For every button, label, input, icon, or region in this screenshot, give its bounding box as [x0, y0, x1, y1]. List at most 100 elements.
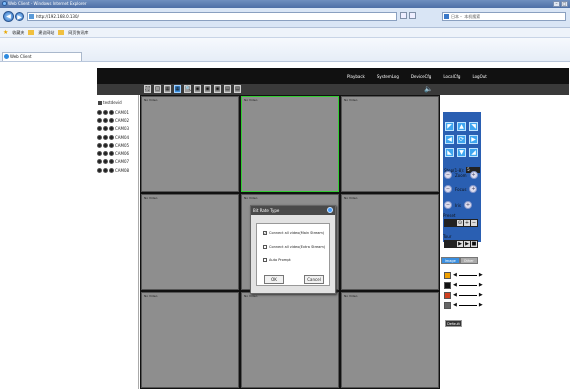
record-icon[interactable] — [97, 142, 102, 148]
option-auto-prompt[interactable]: Auto Prompt — [263, 258, 291, 262]
camera-icon[interactable] — [103, 142, 108, 148]
slider-decrease-icon[interactable]: ◀ — [453, 302, 457, 308]
tab-other[interactable]: Other — [459, 257, 478, 264]
preset-goto-icon[interactable]: ⊙ — [457, 220, 463, 226]
tour-stop-icon[interactable]: ■ — [471, 241, 477, 247]
camera-icon[interactable] — [103, 117, 108, 123]
favorites-star-icon[interactable]: ★ — [3, 29, 8, 36]
preset-add-icon[interactable]: + — [464, 220, 470, 226]
record-icon[interactable] — [97, 159, 102, 165]
option-extra-stream[interactable]: Connect all video(Extra Stream) — [263, 245, 325, 249]
play-icon[interactable] — [109, 109, 114, 115]
tour-play-icon[interactable]: ▶ — [457, 241, 463, 247]
record-icon[interactable] — [97, 151, 102, 157]
channel-item[interactable]: CAM04 — [97, 133, 129, 141]
slider-increase-icon[interactable]: ▶ — [479, 282, 483, 288]
layout-button[interactable]: ▦ — [174, 85, 181, 93]
ptz-up-left-button[interactable]: ◤ — [445, 122, 454, 131]
nav-systemlog[interactable]: SystemLog — [371, 74, 405, 79]
record-icon[interactable] — [97, 134, 102, 140]
cancel-button[interactable]: Cancel — [304, 275, 324, 284]
channel-item[interactable]: CAM06 — [97, 149, 129, 157]
zoom-out-button[interactable]: − — [444, 171, 452, 179]
tab-web-client[interactable]: Web Client — [2, 52, 82, 61]
ptz-auto-button[interactable]: ⟳ — [457, 135, 466, 144]
tour-start-icon[interactable]: ▶ — [464, 241, 470, 247]
camera-icon[interactable] — [103, 134, 108, 140]
video-tile[interactable]: No Video — [341, 96, 439, 192]
ptz-down-left-button[interactable]: ◣ — [445, 148, 454, 157]
layout-button[interactable]: ▤ — [224, 85, 231, 93]
nav-logout[interactable]: LogOut — [466, 74, 492, 79]
video-tile[interactable]: No Video — [241, 292, 339, 388]
play-icon[interactable] — [109, 167, 114, 173]
record-icon[interactable] — [97, 117, 102, 123]
layout-button[interactable]: ▤ — [234, 85, 241, 93]
ok-button[interactable]: OK — [264, 275, 284, 284]
record-icon[interactable] — [97, 109, 102, 115]
camera-icon[interactable] — [103, 126, 108, 132]
speaker-icon[interactable]: 🔈 — [424, 85, 433, 93]
default-button[interactable]: Default — [445, 320, 462, 327]
slider-increase-icon[interactable]: ▶ — [479, 292, 483, 298]
iris-close-button[interactable]: − — [444, 201, 452, 209]
favorites-label[interactable]: 收藏夹 — [12, 30, 24, 36]
play-icon[interactable] — [109, 126, 114, 132]
device-node[interactable]: testdevid — [98, 100, 122, 105]
zoom-in-button[interactable]: + — [469, 171, 478, 179]
camera-icon[interactable] — [103, 109, 108, 115]
layout-button[interactable]: ⛶ — [144, 85, 151, 93]
forward-button[interactable]: ▶ — [15, 12, 24, 21]
play-icon[interactable] — [109, 142, 114, 148]
channel-item[interactable]: CAM07 — [97, 158, 129, 166]
channel-item[interactable]: CAM08 — [97, 166, 129, 174]
channel-item[interactable]: CAM02 — [97, 116, 129, 124]
iris-open-button[interactable]: + — [464, 201, 473, 209]
play-icon[interactable] — [109, 151, 114, 157]
ptz-up-right-button[interactable]: ◥ — [469, 122, 478, 131]
dialog-close-icon[interactable] — [327, 207, 333, 213]
video-tile[interactable]: No Video — [141, 292, 239, 388]
maximize-icon[interactable]: □ — [561, 1, 568, 7]
nav-devicecfg[interactable]: DeviceCfg — [405, 74, 437, 79]
layout-button[interactable]: □ — [154, 85, 161, 93]
slider-increase-icon[interactable]: ▶ — [479, 302, 483, 308]
slider-track[interactable] — [458, 294, 477, 296]
camera-icon[interactable] — [103, 151, 108, 157]
camera-icon[interactable] — [103, 167, 108, 173]
channel-item[interactable]: CAM03 — [97, 125, 129, 133]
video-tile[interactable]: No Video — [241, 96, 339, 192]
slider-track[interactable] — [458, 304, 477, 306]
back-button[interactable]: ◀ — [3, 11, 14, 22]
tab-image[interactable]: Image — [441, 257, 460, 264]
focus-near-button[interactable]: − — [444, 185, 452, 193]
ptz-down-right-button[interactable]: ◢ — [469, 148, 478, 157]
channel-item[interactable]: CAM05 — [97, 141, 129, 149]
layout-button[interactable]: ▣ — [204, 85, 211, 93]
layout-button[interactable]: ▣ — [214, 85, 221, 93]
ptz-left-button[interactable]: ◀ — [445, 135, 454, 144]
ptz-up-button[interactable]: ▲ — [457, 122, 466, 131]
checkbox-extra-stream[interactable] — [263, 245, 267, 249]
video-tile[interactable]: No Video — [141, 96, 239, 192]
address-input[interactable]: http://192.168.0.130/ — [27, 12, 397, 21]
refresh-icon[interactable] — [400, 12, 407, 19]
channel-item[interactable]: CAM01 — [97, 108, 129, 116]
stop-icon[interactable] — [409, 12, 416, 19]
minimize-icon[interactable]: – — [553, 1, 560, 7]
slider-track[interactable] — [458, 284, 477, 286]
slider-increase-icon[interactable]: ▶ — [479, 272, 483, 278]
search-input[interactable]: 日本・ 本机搜索 — [442, 12, 566, 21]
slider-track[interactable] — [458, 274, 477, 276]
ptz-right-button[interactable]: ▶ — [469, 135, 478, 144]
slider-decrease-icon[interactable]: ◀ — [453, 272, 457, 278]
ptz-down-button[interactable]: ▼ — [457, 148, 466, 157]
web-slice-link[interactable]: 网页快讯库 — [68, 30, 88, 36]
preset-remove-icon[interactable]: − — [471, 220, 477, 226]
layout-button[interactable]: ▣ — [194, 85, 201, 93]
camera-icon[interactable] — [103, 159, 108, 165]
record-icon[interactable] — [97, 167, 102, 173]
focus-far-button[interactable]: + — [469, 185, 478, 193]
nav-localcfg[interactable]: LocalCfg — [437, 74, 466, 79]
play-icon[interactable] — [109, 134, 114, 140]
